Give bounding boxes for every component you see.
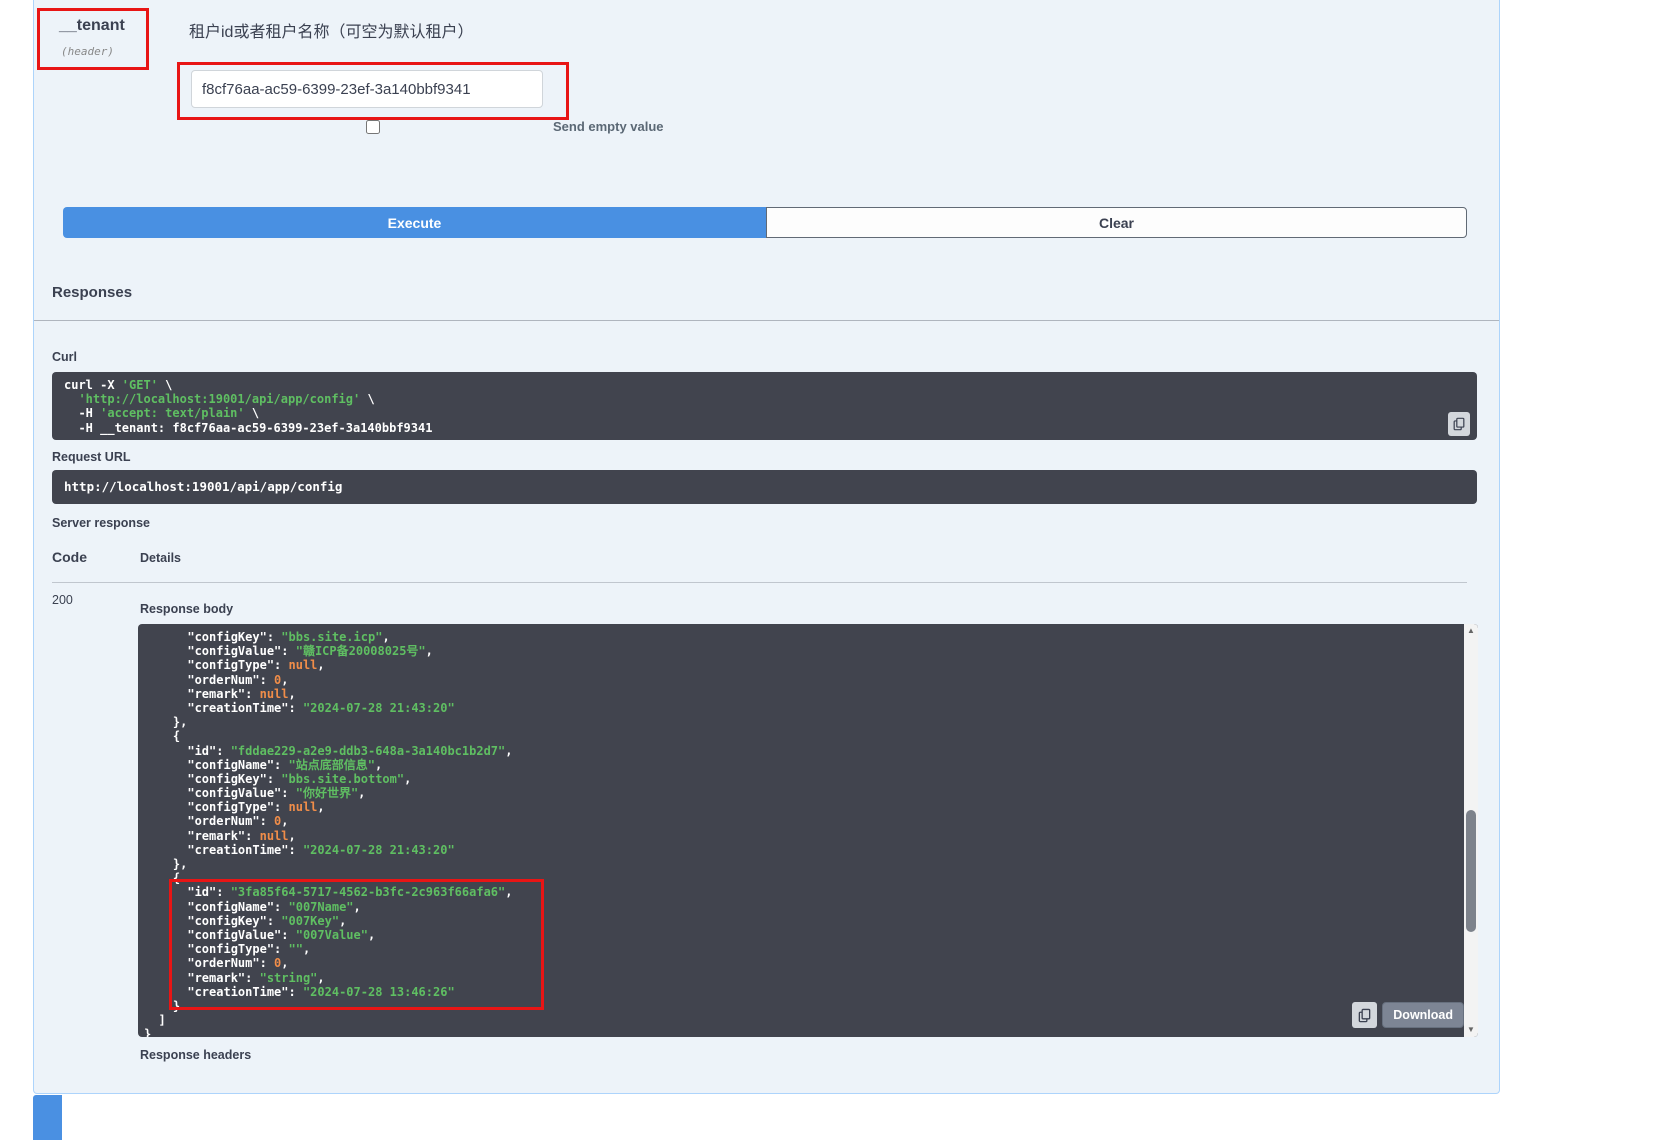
operation-panel: __tenant (header) 租户id或者租户名称（可空为默认租户） Se… bbox=[33, 0, 1500, 1094]
execute-button[interactable]: Execute bbox=[63, 207, 766, 238]
scroll-down-arrow[interactable]: ▼ bbox=[1464, 1025, 1478, 1035]
curl-label: Curl bbox=[52, 350, 77, 364]
response-body-scrollbar[interactable]: ▲ ▼ bbox=[1464, 624, 1478, 1037]
request-url-value: http://localhost:19001/api/app/config bbox=[64, 479, 342, 494]
parameter-name: __tenant bbox=[59, 17, 125, 35]
curl-command-block: curl -X 'GET' \ 'http://localhost:19001/… bbox=[52, 372, 1477, 440]
request-url-label: Request URL bbox=[52, 450, 130, 464]
partial-method-badge bbox=[33, 1095, 62, 1140]
tenant-value-input[interactable] bbox=[191, 70, 543, 108]
response-headers-label: Response headers bbox=[140, 1048, 251, 1062]
server-response-label: Server response bbox=[52, 516, 150, 530]
status-code: 200 bbox=[52, 593, 73, 607]
scrollbar-thumb[interactable] bbox=[1466, 810, 1476, 932]
download-button[interactable]: Download bbox=[1382, 1002, 1464, 1028]
clear-button[interactable]: Clear bbox=[766, 207, 1467, 238]
clipboard-icon bbox=[1452, 417, 1466, 431]
curl-copy-button[interactable] bbox=[1448, 412, 1470, 436]
swagger-page: __tenant (header) 租户id或者租户名称（可空为默认租户） Se… bbox=[0, 0, 1667, 1140]
parameter-description: 租户id或者租户名称（可空为默认租户） bbox=[189, 18, 473, 42]
responses-section-title: Responses bbox=[52, 284, 132, 301]
parameter-location: (header) bbox=[61, 45, 114, 58]
response-body-label: Response body bbox=[140, 602, 233, 616]
scroll-up-arrow[interactable]: ▲ bbox=[1464, 626, 1478, 636]
table-header-divider bbox=[52, 582, 1467, 583]
send-empty-value-checkbox[interactable] bbox=[366, 120, 380, 134]
response-body-json: "configKey": "bbs.site.icp", "configValu… bbox=[138, 624, 1478, 1037]
response-copy-button[interactable] bbox=[1352, 1002, 1377, 1028]
send-empty-value-label: Send empty value bbox=[553, 119, 664, 134]
curl-command-text: curl -X 'GET' \ 'http://localhost:19001/… bbox=[64, 378, 1465, 435]
response-body-block: "configKey": "bbs.site.icp", "configValu… bbox=[138, 624, 1478, 1037]
code-column-header: Code bbox=[52, 549, 87, 565]
details-column-header: Details bbox=[140, 551, 181, 565]
request-url-block: http://localhost:19001/api/app/config bbox=[52, 470, 1477, 504]
clipboard-icon bbox=[1357, 1008, 1372, 1023]
responses-divider bbox=[34, 320, 1499, 321]
annotation-box-parameter-name: __tenant (header) bbox=[37, 8, 149, 70]
